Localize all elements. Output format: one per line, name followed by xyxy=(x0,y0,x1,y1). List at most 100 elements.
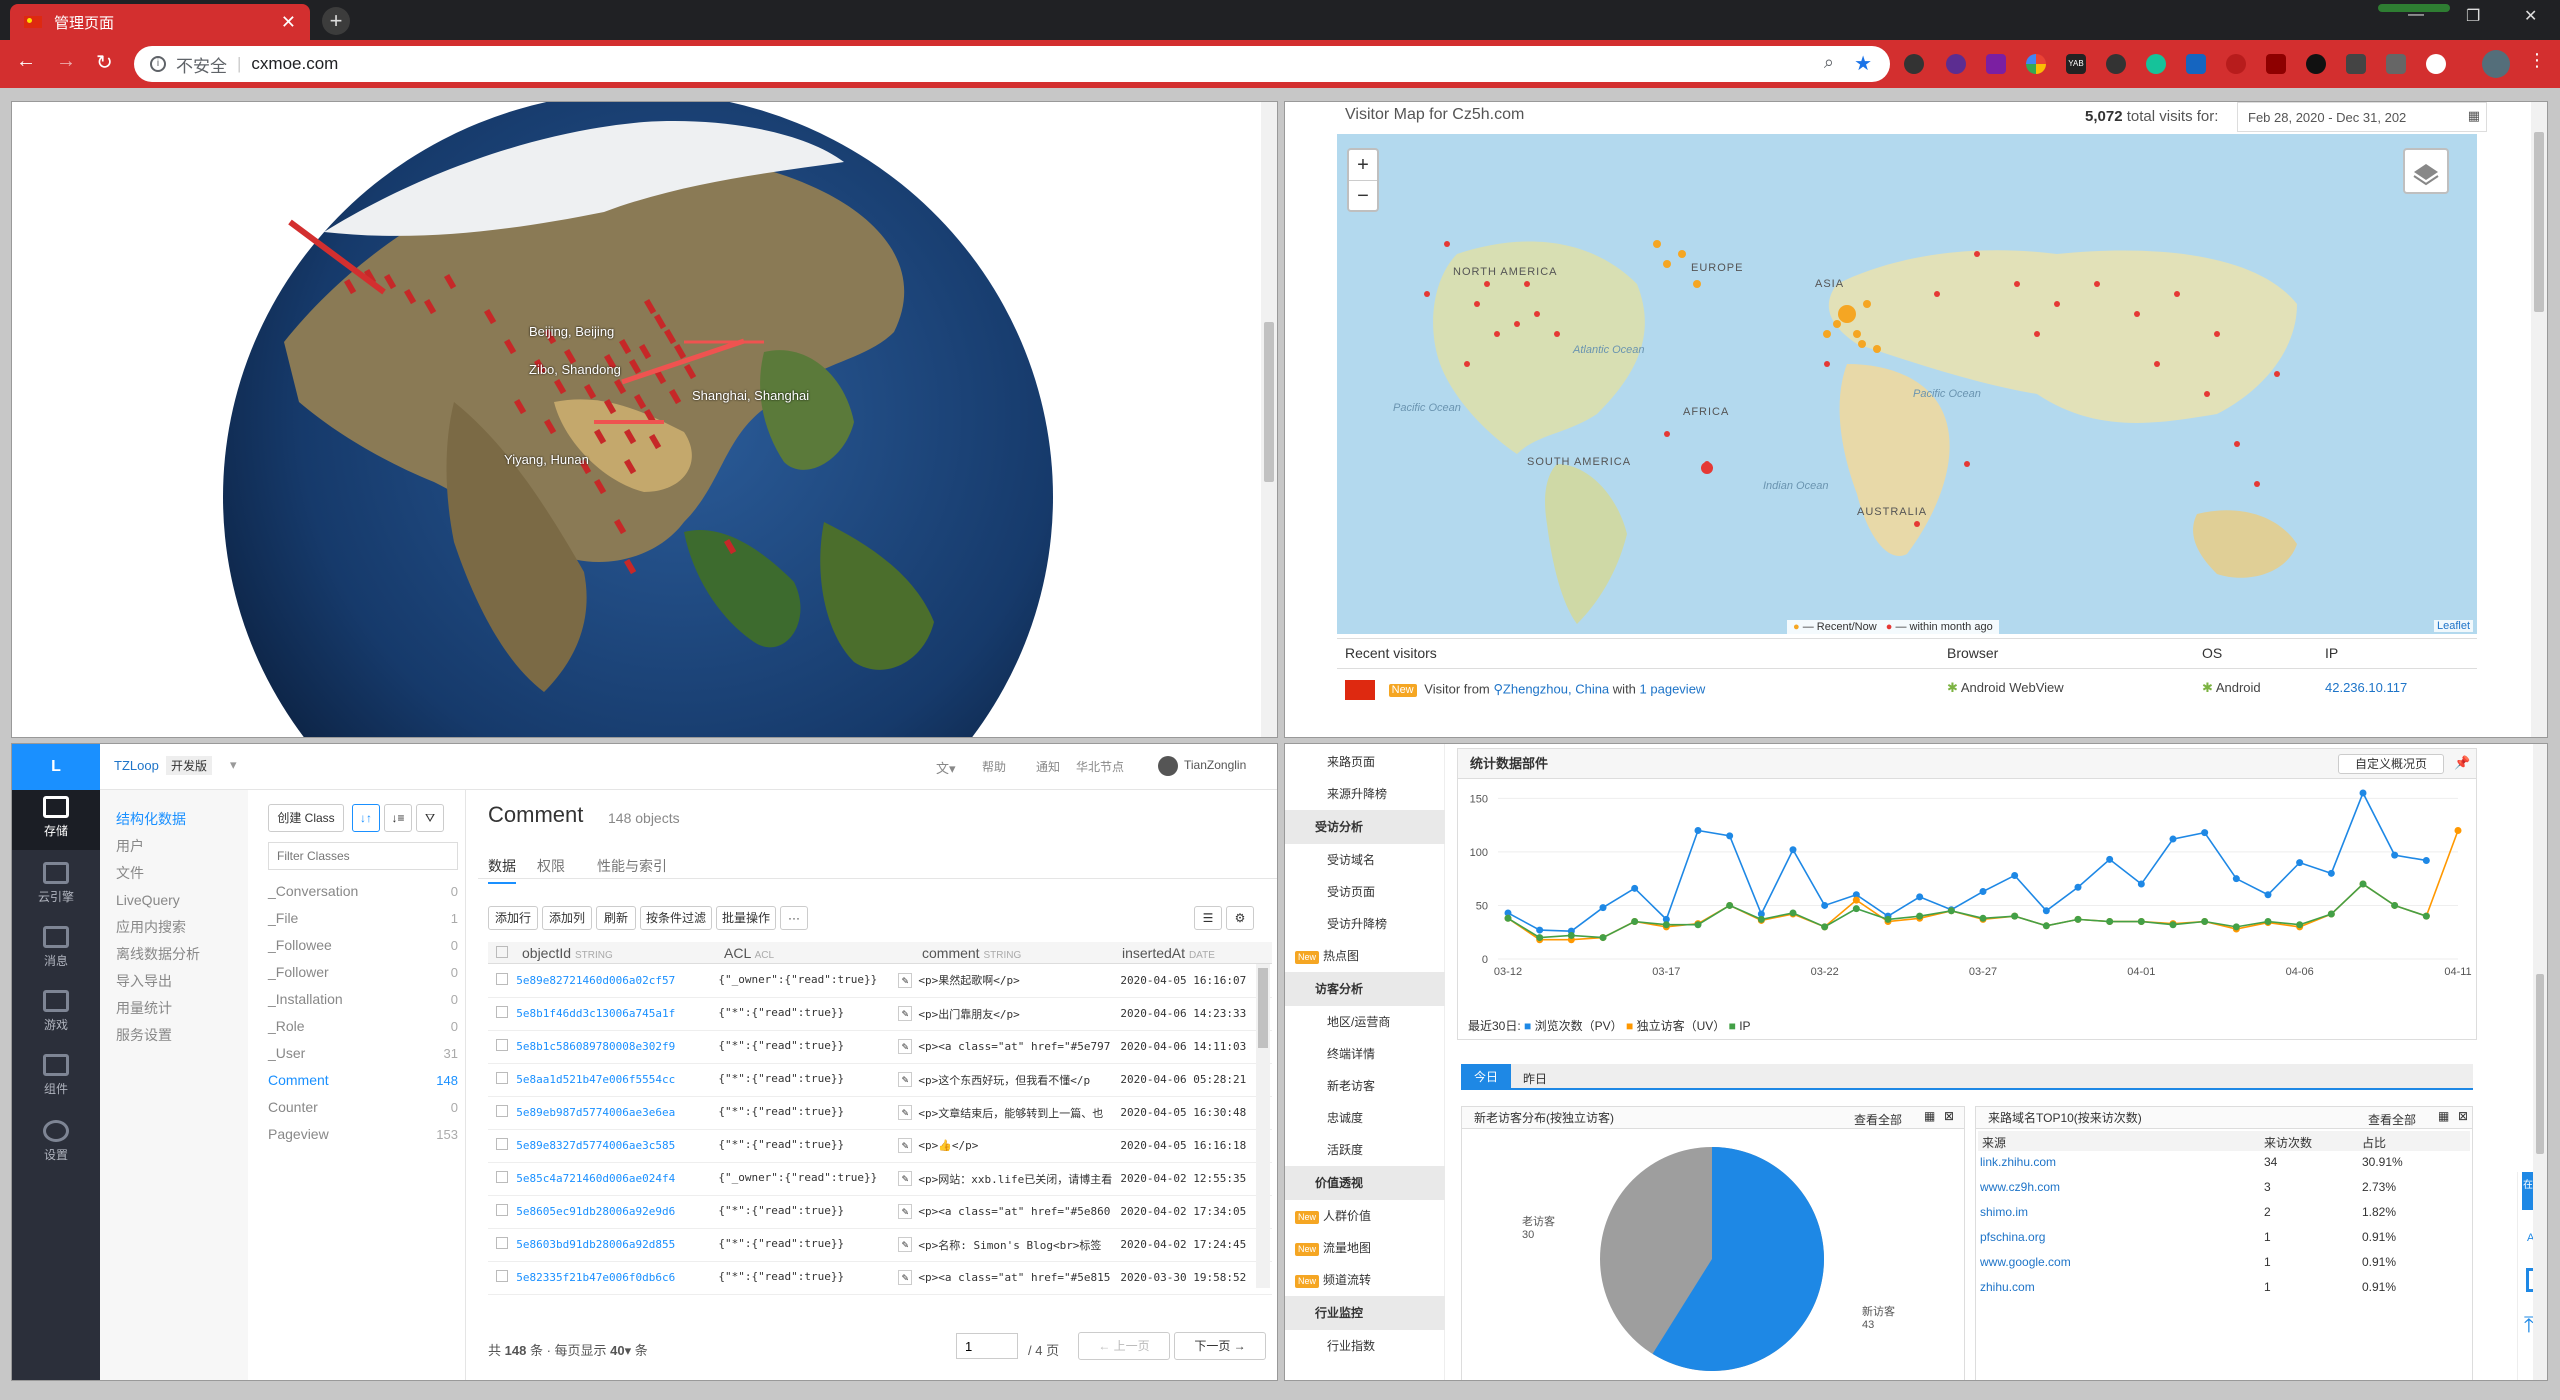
class-item[interactable]: _Follower 0 xyxy=(268,959,458,986)
leancloud-logo[interactable]: L xyxy=(12,744,100,790)
sidebar-item-storage[interactable]: 存储 xyxy=(12,790,100,850)
class-item[interactable]: _Installation 0 xyxy=(268,986,458,1013)
layers-button[interactable] xyxy=(2403,148,2449,194)
row-checkbox[interactable] xyxy=(496,1204,508,1216)
close-icon[interactable]: ⊠ xyxy=(1944,1109,1954,1123)
edit-icon[interactable]: ✎ xyxy=(897,1006,913,1021)
table-icon[interactable]: ▦ xyxy=(2438,1109,2449,1123)
map-scrollbar[interactable] xyxy=(2531,102,2547,737)
object-id[interactable]: 5e8aa1d521b47e006f5554cc xyxy=(516,1073,675,1086)
edit-icon[interactable]: ✎ xyxy=(897,1237,913,1252)
calendar-icon[interactable]: ▦ xyxy=(2468,108,2480,124)
stats-nav-item[interactable]: 受访域名 xyxy=(1285,844,1445,876)
table-row[interactable]: 5e85c4a721460d006ae024f4 {"_owner":{"read… xyxy=(488,1162,1272,1196)
close-tab-icon[interactable]: ✕ xyxy=(281,12,296,33)
stats-nav-item[interactable]: 来源升降榜 xyxy=(1285,778,1445,810)
more-button[interactable]: ··· xyxy=(780,906,808,930)
nav-structured-data[interactable]: 结构化数据 xyxy=(100,806,248,833)
edit-icon[interactable]: ✎ xyxy=(897,1171,913,1186)
object-id[interactable]: 5e89e8327d5774006ae3c585 xyxy=(516,1139,675,1152)
nav-users[interactable]: 用户 xyxy=(100,833,248,860)
class-item[interactable]: _User 31 xyxy=(268,1040,458,1067)
table-icon[interactable]: ▦ xyxy=(1924,1109,1935,1123)
table-row[interactable]: 5e8b1c586089780008e302f9 {"*":{"read":tru… xyxy=(488,1030,1272,1064)
row-checkbox[interactable] xyxy=(496,1237,508,1249)
extension-icon[interactable] xyxy=(1904,54,1924,74)
help-menu[interactable]: 帮助 xyxy=(982,758,1006,775)
stats-nav-item[interactable]: New 人群价值 xyxy=(1285,1200,1445,1232)
select-all-checkbox[interactable] xyxy=(496,946,508,958)
row-checkbox[interactable] xyxy=(496,1138,508,1150)
stats-nav-item[interactable]: 受访升降榜 xyxy=(1285,908,1445,940)
extension-icon[interactable] xyxy=(2426,54,2446,74)
class-item[interactable]: Counter 0 xyxy=(268,1094,458,1121)
sidebar-item-game[interactable]: 游戏 xyxy=(12,984,100,1044)
sort-asc-button[interactable]: ↓↑ xyxy=(352,804,380,832)
table-row[interactable]: 5e8605ec91db28006a92e9d6 {"*":{"read":tru… xyxy=(488,1195,1272,1229)
create-class-button[interactable]: 创建 Class xyxy=(268,804,344,832)
class-item[interactable]: _File 1 xyxy=(268,905,458,932)
edit-icon[interactable]: ✎ xyxy=(897,1072,913,1087)
edit-icon[interactable]: ✎ xyxy=(897,1105,913,1120)
class-item[interactable]: _Followee 0 xyxy=(268,932,458,959)
stats-nav-item[interactable]: 地区/运营商 xyxy=(1285,1006,1445,1038)
extension-icon[interactable] xyxy=(2026,54,2046,74)
table-row[interactable]: 5e89eb987d5774006ae3e6ea {"*":{"read":tru… xyxy=(488,1096,1272,1130)
translate-icon[interactable]: 文▾ xyxy=(936,758,956,777)
extension-icon[interactable] xyxy=(2306,54,2326,74)
gear-icon[interactable]: ⚙ xyxy=(1226,906,1254,930)
nav-usage[interactable]: 用量统计 xyxy=(100,995,248,1022)
filter-classes-input[interactable] xyxy=(268,842,458,870)
row-checkbox[interactable] xyxy=(496,972,508,985)
forward-icon[interactable]: → xyxy=(56,50,76,73)
object-id[interactable]: 5e8b1c586089780008e302f9 xyxy=(516,1040,675,1053)
table-row[interactable]: 5e8603bd91db28006a92d855 {"*":{"read":tru… xyxy=(488,1228,1272,1262)
edit-icon[interactable]: ✎ xyxy=(897,1138,913,1153)
refresh-button[interactable]: 刷新 xyxy=(596,906,636,930)
nav-files[interactable]: 文件 xyxy=(100,860,248,887)
visitor-ip[interactable]: 42.236.10.117 xyxy=(2325,680,2407,695)
stats-nav-item[interactable]: 活跃度 xyxy=(1285,1134,1445,1166)
stats-nav-item[interactable]: 价值透视 xyxy=(1285,1166,1445,1200)
close-icon[interactable]: ⊠ xyxy=(2458,1109,2468,1123)
row-checkbox[interactable] xyxy=(496,1006,508,1018)
table-scrollbar[interactable] xyxy=(1256,964,1270,1288)
browser-tab[interactable]: 管理页面 ✕ xyxy=(10,4,310,40)
object-id[interactable]: 5e89eb987d5774006ae3e6ea xyxy=(516,1106,675,1119)
object-id[interactable]: 5e8603bd91db28006a92d855 xyxy=(516,1238,675,1251)
page-number-input[interactable] xyxy=(956,1333,1018,1359)
extension-icon[interactable] xyxy=(2266,54,2286,74)
avatar[interactable] xyxy=(1158,756,1178,776)
custom-overview-button[interactable]: 自定义概况页 xyxy=(2338,754,2444,774)
edit-icon[interactable]: ✎ xyxy=(897,1039,913,1054)
class-item[interactable]: _Role 0 xyxy=(268,1013,458,1040)
extension-icon[interactable] xyxy=(2386,54,2406,74)
region-menu[interactable]: 华北节点 xyxy=(1076,758,1124,775)
zoom-out-button[interactable]: − xyxy=(1349,181,1377,211)
date-range-picker[interactable]: Feb 28, 2020 - Dec 31, 202 ▦ xyxy=(2237,102,2487,132)
profile-avatar[interactable] xyxy=(2482,50,2510,78)
referrer-link[interactable]: www.cz9h.com xyxy=(1980,1180,2060,1194)
stats-nav-item[interactable]: 受访页面 xyxy=(1285,876,1445,908)
table-row[interactable]: 5e8aa1d521b47e006f5554cc {"*":{"read":tru… xyxy=(488,1063,1272,1097)
world-map[interactable]: NORTH AMERICA EUROPE ASIA AFRICA SOUTH A… xyxy=(1337,134,2477,634)
sidebar-item-engine[interactable]: 云引擎 xyxy=(12,856,100,916)
window-close-icon[interactable]: ✕ xyxy=(2524,6,2537,26)
nav-search[interactable]: 应用内搜索 xyxy=(100,914,248,941)
referrer-link[interactable]: shimo.im xyxy=(1980,1205,2028,1219)
leaflet-attribution[interactable]: Leaflet xyxy=(2433,620,2473,632)
stats-nav-item[interactable]: New 频道流转 xyxy=(1285,1264,1445,1296)
table-row[interactable]: 5e8b1f46dd3c13006a745a1f {"*":{"read":tru… xyxy=(488,997,1272,1031)
prev-page-button[interactable]: ← 上一页 xyxy=(1078,1332,1170,1360)
tab-indexes[interactable]: 性能与索引 xyxy=(597,856,667,876)
zoom-in-button[interactable]: + xyxy=(1349,150,1377,181)
user-menu[interactable]: TianZonglin xyxy=(1184,758,1246,772)
pin-icon[interactable]: 📌 xyxy=(2454,755,2470,771)
bookmark-star-icon[interactable]: ★ xyxy=(1854,51,1872,76)
notify-menu[interactable]: 通知 xyxy=(1036,758,1060,775)
stats-nav-item[interactable]: 忠诚度 xyxy=(1285,1102,1445,1134)
edit-icon[interactable]: ✎ xyxy=(897,972,913,988)
stats-nav-item[interactable]: 行业监控 xyxy=(1285,1296,1445,1330)
sort-desc-button[interactable]: ↓≡ xyxy=(384,804,412,832)
view-all-link[interactable]: 查看全部 xyxy=(1854,1111,1902,1128)
